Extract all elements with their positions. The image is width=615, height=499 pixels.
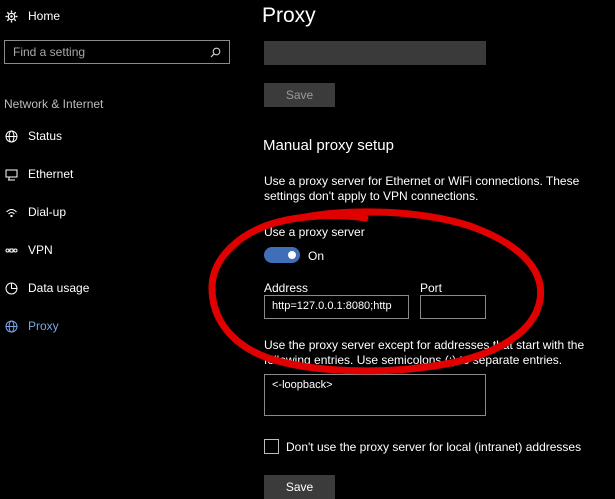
sidebar-item-dial-up[interactable]: Dial-up [0, 200, 66, 224]
exceptions-textarea[interactable]: <-loopback> [264, 374, 486, 416]
proxy-globe-icon [4, 319, 18, 333]
nav-home[interactable]: Home [0, 4, 60, 28]
search-icon[interactable] [207, 47, 223, 58]
port-input[interactable] [420, 295, 486, 319]
save-script-button[interactable]: Save [264, 83, 335, 107]
sidebar-item-ethernet[interactable]: Ethernet [0, 162, 73, 186]
settings-search-input[interactable] [5, 44, 207, 60]
sidebar-item-proxy[interactable]: Proxy [0, 314, 59, 338]
sidebar-item-label: Ethernet [28, 167, 74, 181]
bypass-local-label: Don't use the proxy server for local (in… [286, 440, 582, 454]
exceptions-description: Use the proxy server except for addresse… [264, 338, 585, 367]
ethernet-icon [4, 167, 18, 181]
sidebar-item-data-usage[interactable]: Data usage [0, 276, 89, 300]
manual-proxy-description: Use a proxy server for Ethernet or WiFi … [264, 174, 580, 203]
manual-proxy-heading: Manual proxy setup [263, 137, 394, 154]
data-usage-icon [4, 281, 18, 295]
sidebar-item-label: Status [28, 129, 63, 143]
save-proxy-button[interactable]: Save [264, 475, 335, 499]
toggle-knob [288, 251, 296, 259]
sidebar-item-label: Dial-up [28, 205, 67, 219]
use-proxy-label: Use a proxy server [264, 225, 365, 239]
dialup-icon [4, 205, 18, 219]
section-network-internet: Network & Internet [4, 97, 104, 111]
sidebar-item-label: Proxy [28, 319, 59, 333]
sidebar-item-label: Data usage [28, 281, 90, 295]
red-annotation-circle [208, 208, 545, 375]
sidebar-item-label: VPN [28, 243, 53, 257]
home-gear-icon [4, 9, 18, 23]
sidebar-item-status[interactable]: Status [0, 124, 62, 148]
vpn-icon [4, 243, 18, 257]
settings-search-box[interactable] [4, 40, 230, 64]
bypass-local-checkbox[interactable] [264, 439, 279, 454]
address-input[interactable]: http=127.0.0.1:8080;http [264, 295, 409, 319]
sidebar-item-vpn[interactable]: VPN [0, 238, 53, 262]
use-proxy-toggle[interactable] [264, 247, 300, 263]
page-title: Proxy [262, 4, 316, 27]
address-label: Address [264, 281, 309, 295]
port-label: Port [420, 281, 443, 295]
home-label: Home [28, 9, 61, 23]
globe-icon [4, 129, 18, 143]
toggle-state-label: On [308, 249, 325, 263]
setup-script-address-input[interactable] [264, 41, 486, 65]
